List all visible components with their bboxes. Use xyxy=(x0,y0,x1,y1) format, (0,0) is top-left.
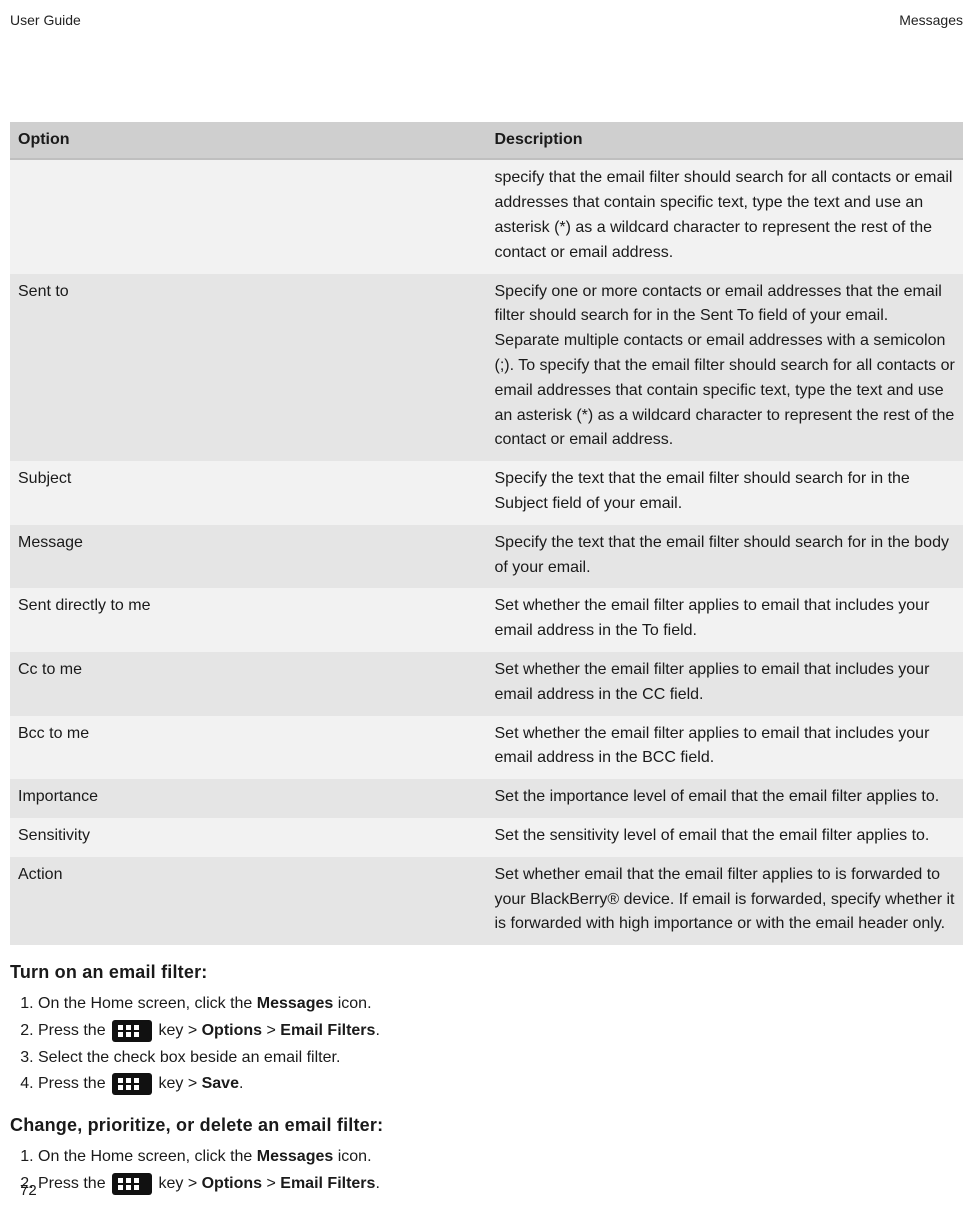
header-right: Messages xyxy=(899,10,963,32)
section-title-turn-on: Turn on an email filter: xyxy=(10,959,963,987)
description-cell: Set the sensitivity level of email that … xyxy=(487,818,964,857)
option-cell: Action xyxy=(10,857,487,945)
description-cell: Set whether the email filter applies to … xyxy=(487,652,964,716)
description-cell: specify that the email filter should sea… xyxy=(487,159,964,273)
option-cell: Importance xyxy=(10,779,487,818)
header-left: User Guide xyxy=(10,10,81,32)
menu-key-icon xyxy=(112,1020,152,1042)
option-cell: Subject xyxy=(10,461,487,525)
list-item: On the Home screen, click the Messages i… xyxy=(38,991,963,1018)
table-row: Bcc to meSet whether the email filter ap… xyxy=(10,716,963,780)
description-cell: Set whether the email filter applies to … xyxy=(487,588,964,652)
table-row: specify that the email filter should sea… xyxy=(10,159,963,273)
option-cell: Cc to me xyxy=(10,652,487,716)
table-row: SubjectSpecify the text that the email f… xyxy=(10,461,963,525)
description-cell: Specify the text that the email filter s… xyxy=(487,525,964,589)
description-cell: Set whether the email filter applies to … xyxy=(487,716,964,780)
option-cell: Sensitivity xyxy=(10,818,487,857)
page-number: 72 xyxy=(20,1179,37,1202)
description-cell: Set the importance level of email that t… xyxy=(487,779,964,818)
list-item: Press the key > Options > Email Filters. xyxy=(38,1171,963,1198)
menu-key-icon xyxy=(112,1073,152,1095)
options-table: Option Description specify that the emai… xyxy=(10,122,963,946)
list-item: On the Home screen, click the Messages i… xyxy=(38,1144,963,1171)
change-steps: On the Home screen, click the Messages i… xyxy=(10,1144,963,1198)
description-cell: Specify the text that the email filter s… xyxy=(487,461,964,525)
option-cell: Sent to xyxy=(10,274,487,462)
list-item: Select the check box beside an email fil… xyxy=(38,1045,963,1072)
table-row: ActionSet whether email that the email f… xyxy=(10,857,963,945)
option-cell xyxy=(10,159,487,273)
description-cell: Set whether email that the email filter … xyxy=(487,857,964,945)
menu-key-icon xyxy=(112,1173,152,1195)
options-table-body: specify that the email filter should sea… xyxy=(10,159,963,945)
turn-on-steps: On the Home screen, click the Messages i… xyxy=(10,991,963,1098)
table-row: Cc to meSet whether the email filter app… xyxy=(10,652,963,716)
option-cell: Message xyxy=(10,525,487,589)
table-header-description: Description xyxy=(487,122,964,160)
description-cell: Specify one or more contacts or email ad… xyxy=(487,274,964,462)
table-row: MessageSpecify the text that the email f… xyxy=(10,525,963,589)
option-cell: Bcc to me xyxy=(10,716,487,780)
table-row: Sent directly to meSet whether the email… xyxy=(10,588,963,652)
section-title-change: Change, prioritize, or delete an email f… xyxy=(10,1112,963,1140)
table-row: ImportanceSet the importance level of em… xyxy=(10,779,963,818)
page-header: User Guide Messages xyxy=(10,10,963,32)
list-item: Press the key > Save. xyxy=(38,1071,963,1098)
table-row: SensitivitySet the sensitivity level of … xyxy=(10,818,963,857)
table-row: Sent toSpecify one or more contacts or e… xyxy=(10,274,963,462)
option-cell: Sent directly to me xyxy=(10,588,487,652)
list-item: Press the key > Options > Email Filters. xyxy=(38,1018,963,1045)
table-header-option: Option xyxy=(10,122,487,160)
